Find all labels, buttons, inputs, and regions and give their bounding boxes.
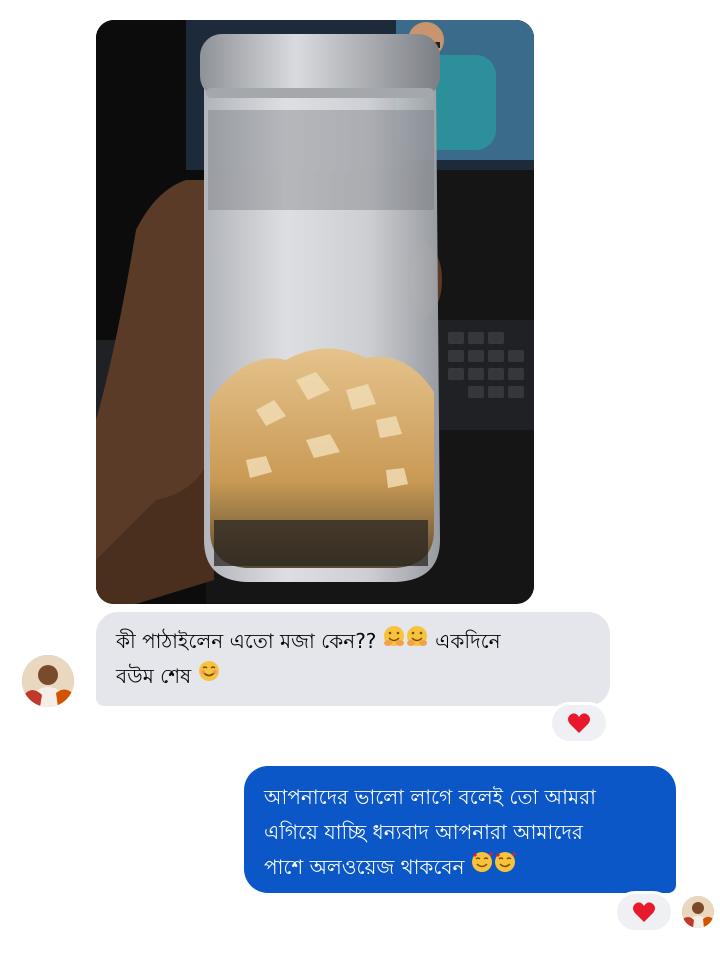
sender-avatar[interactable]	[22, 655, 74, 707]
incoming-message-line-2: বউম শেষ	[116, 659, 590, 694]
incoming-message-reaction[interactable]	[549, 702, 609, 744]
incoming-message-text-1: কী পাঠাইলেন এতো মজা কেন??	[116, 629, 377, 653]
incoming-message-line-1: কী পাঠাইলেন এতো মজা কেন?? একদিনে	[116, 624, 590, 659]
seen-avatar-image	[682, 896, 714, 928]
sender-avatar-image	[22, 655, 74, 707]
smiling-face-with-hearts-emoji	[471, 849, 517, 884]
heart-icon	[633, 902, 655, 922]
outgoing-message-reaction[interactable]	[614, 891, 674, 933]
incoming-message-text-2: বউম শেষ	[116, 664, 192, 688]
outgoing-message-text-3: পাশে অলওয়েজ থাকবেন	[264, 855, 465, 879]
shared-photo[interactable]	[96, 20, 534, 604]
outgoing-message-line-1: আপনাদের ভালো লাগে বলেই তো আমরা	[264, 785, 596, 809]
incoming-message-text-1-tail: একদিনে	[435, 629, 501, 653]
smiling-face-emoji	[198, 658, 220, 693]
incoming-message-bubble[interactable]: কী পাঠাইলেন এতো মজা কেন?? একদিনে বউম শেষ	[96, 612, 610, 706]
heart-icon	[568, 713, 590, 733]
hugging-face-emoji	[383, 623, 429, 658]
photo-jar-with-snack	[96, 20, 534, 604]
seen-receipt-avatar	[682, 896, 714, 928]
outgoing-message-line-2: এগিয়ে যাচ্ছি ধন্যবাদ আপনারা আমাদের	[264, 820, 583, 844]
outgoing-message-line-3: পাশে অলওয়েজ থাকবেন	[264, 850, 656, 885]
outgoing-message-bubble[interactable]: আপনাদের ভালো লাগে বলেই তো আমরা এগিয়ে যা…	[244, 766, 676, 893]
